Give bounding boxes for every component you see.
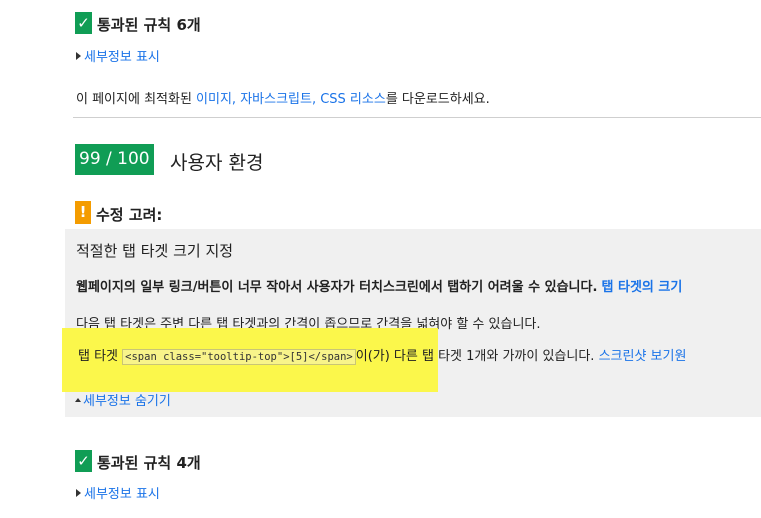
rule-summary: 웹페이지의 일부 링크/버튼이 너무 작아서 사용자가 터치스크린에서 탭하기 … [76, 276, 682, 295]
item-middle: 이(가) 다른 탭 타겟 1개와 가까이 있습니다. [355, 349, 595, 364]
optimize-resources-text: 이 페이지에 최적화된 이미지, 자바스크립트, CSS 리소스를 다운로드하세… [76, 88, 490, 107]
show-details-label-bottom: 세부정보 표시 [84, 487, 160, 502]
ux-score-badge: 99 / 100 [75, 144, 154, 175]
passed-rules-title: 통과된 규칙 6개 [97, 16, 201, 34]
passed-check-icon: ✓ [75, 12, 92, 34]
show-details-toggle[interactable]: 세부정보 표시 [76, 46, 160, 65]
show-details-label: 세부정보 표시 [84, 50, 160, 65]
show-details-toggle-bottom[interactable]: 세부정보 표시 [76, 483, 160, 502]
rule-title: 적절한 탭 타겟 크기 지정 [76, 242, 234, 260]
section-divider [73, 117, 761, 118]
collapse-triangle-icon [75, 397, 81, 402]
consider-fixing-title: 수정 고려: [96, 206, 163, 224]
tap-target-size-link[interactable]: 탭 타겟의 크기 [602, 280, 683, 295]
optimize-resources-link[interactable]: 이미지, 자바스크립트, CSS 리소스 [196, 92, 386, 107]
optimize-prefix: 이 페이지에 최적화된 [76, 92, 197, 107]
ux-category-title: 사용자 환경 [170, 152, 264, 174]
expand-triangle-icon-bottom [76, 488, 81, 497]
expand-triangle-icon [76, 51, 81, 60]
view-screenshot-link[interactable]: 스크린샷 보기원 [599, 349, 687, 364]
passed-rules-title-bottom: 통과된 규칙 4개 [97, 454, 201, 472]
passed-check-icon-bottom: ✓ [75, 450, 92, 472]
hide-details-toggle[interactable]: 세부정보 숨기기 [75, 390, 171, 409]
warning-icon: ! [75, 201, 91, 224]
tap-target-item: 탭 타겟 <span class="tooltip-top">[5]</span… [78, 345, 687, 365]
item-prefix: 탭 타겟 [78, 349, 119, 364]
hide-details-label: 세부정보 숨기기 [83, 394, 171, 409]
optimize-suffix: 를 다운로드하세요. [385, 92, 490, 107]
code-snippet: <span class="tooltip-top">[5]</span> [122, 349, 356, 365]
rule-summary-bold: 웹페이지의 일부 링크/버튼이 너무 작아서 사용자가 터치스크린에서 탭하기 … [76, 280, 598, 295]
